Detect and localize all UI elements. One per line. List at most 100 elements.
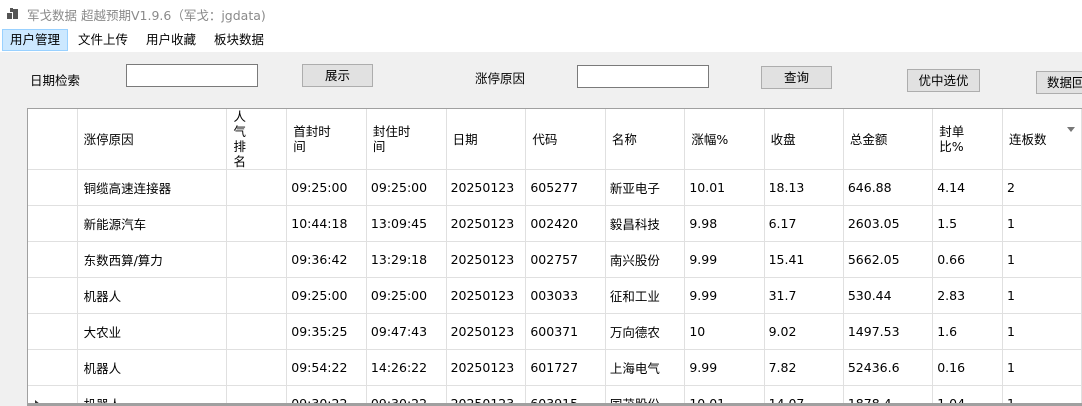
table-row[interactable]: 东数西算/算力 09:36:42 13:29:18 20250123 002757 南兴股… [28,241,1082,278]
row-header[interactable] [28,205,78,242]
table-cell[interactable]: 0.66 [932,241,1004,278]
table-cell[interactable]: 09:25:00 [366,277,447,314]
row-header[interactable] [28,169,78,206]
best-pick-button[interactable]: 优中选优 [907,69,980,92]
table-cell[interactable]: 0.16 [932,349,1004,386]
table-row[interactable]: 机器人09:30:2209:30:2220250123603915国茂股份10.… [28,385,1082,404]
table-cell[interactable]: 1.5 [932,205,1004,242]
table-cell[interactable]: 2603.05 [843,205,934,242]
reason-input[interactable] [577,65,709,88]
table-cell[interactable]: 003033 [525,277,606,314]
table-cell[interactable]: 15.41 [764,241,844,278]
table-cell[interactable]: 1 [1002,349,1082,386]
table-cell[interactable]: 2 [1002,169,1082,206]
table-cell[interactable]: 大农业 [77,313,228,350]
table-row[interactable]: 机器人 09:25:00 09:25:00 20250123 003033 征和工业 9.9… [28,277,1082,314]
table-cell[interactable]: 14:26:22 [366,349,447,386]
column-header[interactable]: 日期 [446,109,527,170]
show-button[interactable]: 展示 [302,64,373,87]
table-cell[interactable]: 9.02 [764,313,844,350]
table-cell[interactable]: 南兴股份 [605,241,686,278]
table-cell[interactable]: 2.83 [932,277,1004,314]
column-header[interactable]: 封住时间 [366,109,447,170]
table-cell[interactable]: 机器人 [77,277,228,314]
table-cell[interactable]: 13:29:18 [366,241,447,278]
query-button[interactable]: 查询 [761,66,832,89]
table-row[interactable]: 新能源汽车 10:44:18 13:09:45 20250123 002420 毅昌科技 9… [28,205,1082,242]
data-grid[interactable]: 涨停原因 人气排名 首封时间 封住时间 日期 代码 名称 涨幅% 收盘 总金额 封单比% 连板数 铜缆… [27,108,1082,404]
table-row[interactable]: 大农业 09:35:25 09:47:43 20250123 600371 万向德农 10 9… [28,313,1082,350]
column-header[interactable]: 涨幅% [684,109,765,170]
row-header[interactable] [28,241,78,278]
table-cell[interactable]: 20250123 [446,313,527,350]
table-cell[interactable]: 09:30:22 [286,385,367,404]
table-cell[interactable]: 10:44:18 [286,205,367,242]
table-cell[interactable]: 09:25:00 [286,277,367,314]
table-cell[interactable]: 09:35:25 [286,313,367,350]
column-header[interactable]: 首封时间 [286,109,367,170]
table-cell[interactable]: 1 [1002,277,1082,314]
date-search-input[interactable] [126,64,258,87]
table-cell[interactable] [226,385,288,404]
table-cell[interactable] [226,277,288,314]
table-cell[interactable]: 上海电气 [605,349,686,386]
table-cell[interactable]: 600371 [525,313,606,350]
row-header[interactable] [28,313,78,350]
table-cell[interactable]: 4.14 [932,169,1004,206]
table-cell[interactable]: 新亚电子 [605,169,686,206]
table-cell[interactable]: 31.7 [764,277,844,314]
table-cell[interactable]: 7.82 [764,349,844,386]
table-cell[interactable]: 605277 [525,169,606,206]
table-cell[interactable]: 1.04 [932,385,1004,404]
table-cell[interactable]: 601727 [525,349,606,386]
table-cell[interactable] [226,205,288,242]
table-cell[interactable]: 646.88 [843,169,934,206]
table-cell[interactable]: 603915 [525,385,606,404]
table-cell[interactable]: 铜缆高速连接器 [77,169,228,206]
table-cell[interactable]: 新能源汽车 [77,205,228,242]
table-cell[interactable]: 09:25:00 [366,169,447,206]
table-cell[interactable]: 毅昌科技 [605,205,686,242]
table-cell[interactable]: 9.99 [684,277,765,314]
table-cell[interactable]: 002757 [525,241,606,278]
menu-file-upload[interactable]: 文件上传 [70,29,136,51]
table-cell[interactable]: 20250123 [446,169,527,206]
table-cell[interactable]: 1 [1002,313,1082,350]
table-cell[interactable]: 10 [684,313,765,350]
table-cell[interactable]: 国茂股份 [605,385,686,404]
table-cell[interactable]: 1 [1002,205,1082,242]
table-cell[interactable]: 机器人 [77,385,228,404]
table-cell[interactable] [226,349,288,386]
row-header[interactable] [28,277,78,314]
table-cell[interactable]: 万向德农 [605,313,686,350]
column-header[interactable]: 封单比% [932,109,1004,170]
table-cell[interactable]: 东数西算/算力 [77,241,228,278]
table-cell[interactable]: 530.44 [843,277,934,314]
table-cell[interactable]: 002420 [525,205,606,242]
table-cell[interactable]: 征和工业 [605,277,686,314]
table-cell[interactable]: 机器人 [77,349,228,386]
table-cell[interactable] [226,313,288,350]
menu-sector-data[interactable]: 板块数据 [206,29,272,51]
menu-user-favorites[interactable]: 用户收藏 [138,29,204,51]
table-cell[interactable]: 1497.53 [843,313,934,350]
sort-arrow-icon[interactable] [1067,127,1075,132]
table-cell[interactable]: 20250123 [446,205,527,242]
table-cell[interactable]: 09:30:22 [366,385,447,404]
table-cell[interactable] [226,169,288,206]
row-header[interactable] [28,385,78,404]
table-cell[interactable]: 9.99 [684,241,765,278]
column-header[interactable]: 连板数 [1002,109,1082,170]
table-cell[interactable]: 09:54:22 [286,349,367,386]
table-cell[interactable]: 09:25:00 [286,169,367,206]
table-cell[interactable]: 1 [1002,241,1082,278]
row-header[interactable] [28,349,78,386]
menu-user-management[interactable]: 用户管理 [2,29,69,51]
table-cell[interactable]: 09:47:43 [366,313,447,350]
table-cell[interactable]: 20250123 [446,241,527,278]
table-row[interactable]: 铜缆高速连接器 09:25:00 09:25:00 20250123 605277 新亚电… [28,169,1082,206]
table-cell[interactable]: 9.99 [684,349,765,386]
table-row[interactable]: 机器人 09:54:22 14:26:22 20250123 601727 上海电气 9.9… [28,349,1082,386]
table-cell[interactable]: 1.6 [932,313,1004,350]
table-cell[interactable]: 14.07 [764,385,844,404]
